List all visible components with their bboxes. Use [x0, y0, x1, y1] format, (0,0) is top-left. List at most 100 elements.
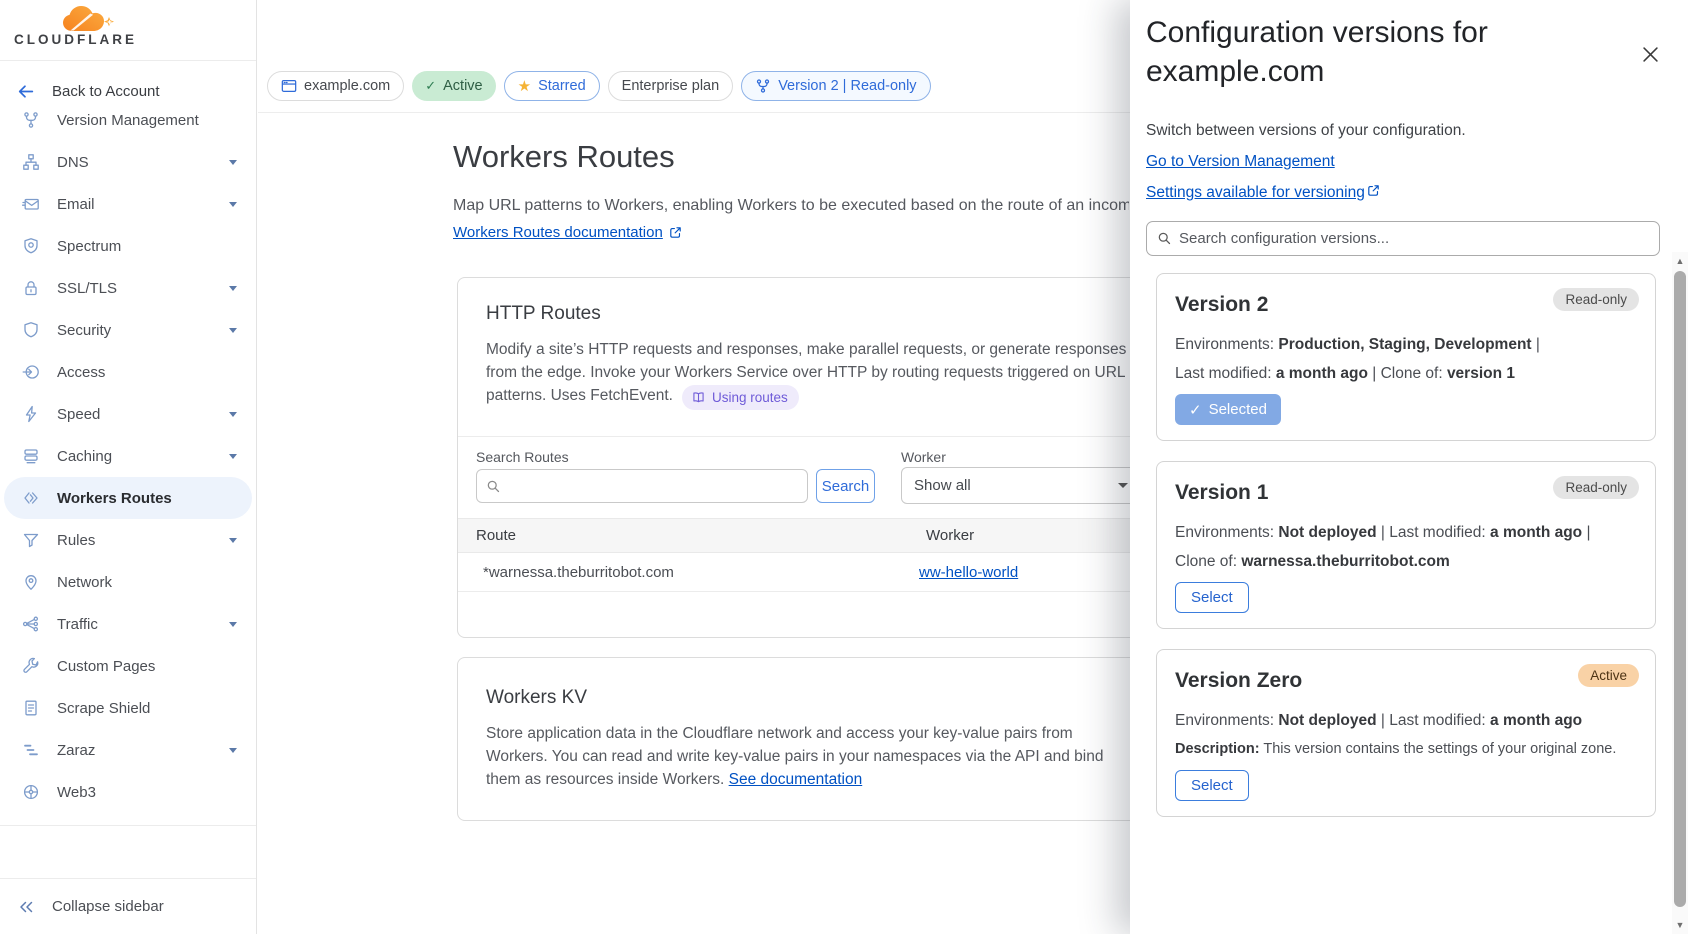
sidebar-item-scrape-shield[interactable]: Scrape Shield [0, 687, 256, 729]
status-badge: Read-only [1553, 476, 1639, 499]
sidebar-item-label: Traffic [57, 616, 229, 633]
sidebar-divider [0, 60, 256, 61]
check-icon: ✓ [425, 78, 436, 94]
worker-link[interactable]: ww-hello-world [919, 564, 1018, 581]
sidebar-item-security[interactable]: Security [0, 309, 256, 351]
traffic-icon [22, 615, 40, 633]
chevron-down-icon [229, 538, 237, 543]
chevron-down-icon [229, 202, 237, 207]
sidebar-item-speed[interactable]: Speed [0, 393, 256, 435]
sidebar-item-label: Custom Pages [57, 658, 242, 675]
worker-filter-select[interactable]: Show all [901, 467, 1141, 504]
sidebar-item-spectrum[interactable]: Spectrum [0, 225, 256, 267]
drawer-subtitle: Switch between versions of your configur… [1146, 122, 1466, 140]
version-meta-line: Last modified: a month ago | Clone of: v… [1175, 359, 1641, 388]
cloudflare-wordmark: CLOUDFLARE [14, 32, 137, 47]
sidebar-item-version-management[interactable]: Version Management [0, 99, 256, 141]
select-button[interactable]: Select [1175, 582, 1249, 613]
version-meta: Environments: Production, Staging, Devel… [1175, 330, 1641, 388]
zone-starred-badge[interactable]: ★ Starred [504, 71, 600, 101]
zone-domain: example.com [304, 78, 390, 94]
sidebar-item-label: Scrape Shield [57, 700, 242, 717]
external-link-icon [1367, 184, 1380, 197]
selected-button[interactable]: ✓Selected [1175, 394, 1281, 425]
sidebar-item-caching[interactable]: Caching [0, 435, 256, 477]
branch-icon [755, 78, 771, 94]
status-badge: Read-only [1553, 288, 1639, 311]
email-icon [22, 195, 40, 213]
cloudflare-logo: CLOUDFLARE [14, 5, 137, 47]
scroll-up-arrow-icon[interactable]: ▲ [1672, 254, 1688, 268]
workers-routes-doc-link-text[interactable]: Workers Routes documentation [453, 224, 663, 241]
web3-icon [22, 783, 40, 801]
sidebar-item-label: Speed [57, 406, 229, 423]
bolt-icon [22, 405, 40, 423]
sidebar-item-workers-routes[interactable]: Workers Routes [4, 477, 252, 519]
cloudflare-dashboard: { "brand": { "wordmark": "CLOUDFLARE" },… [0, 0, 1688, 934]
sidebar-item-network[interactable]: Network [0, 561, 256, 603]
scroll-down-arrow-icon[interactable]: ▼ [1672, 918, 1688, 932]
sidebar-item-dns[interactable]: DNS [0, 141, 256, 183]
book-icon [691, 390, 706, 405]
zaraz-icon [22, 741, 40, 759]
zone-starred-label: Starred [538, 78, 586, 94]
search-icon [486, 479, 501, 494]
chevron-down-icon [229, 412, 237, 417]
shield-icon [22, 321, 40, 339]
collapse-sidebar-button[interactable]: Collapse sidebar [0, 878, 256, 934]
sidebar-item-label: Email [57, 196, 229, 213]
sidebar-item-custom-pages[interactable]: Custom Pages [0, 645, 256, 687]
chevron-down-icon [229, 286, 237, 291]
sidebar-item-label: Zaraz [57, 742, 229, 759]
search-icon [1157, 231, 1172, 246]
sidebar-item-web3[interactable]: Web3 [0, 771, 256, 813]
sidebar-item-label: Rules [57, 532, 229, 549]
zone-badges: example.com ✓ Active ★ Starred Enterpris… [267, 71, 931, 101]
settings-available-versioning-label[interactable]: Settings available for versioning [1146, 184, 1365, 202]
zone-version-badge[interactable]: Version 2 | Read-only [741, 71, 930, 101]
page-subtitle: Map URL patterns to Workers, enabling Wo… [453, 197, 1129, 215]
sidebar-item-access[interactable]: Access [0, 351, 256, 393]
cloudflare-cloud-icon [60, 5, 137, 35]
wrench-icon [22, 657, 40, 675]
sidebar-divider [0, 825, 256, 826]
drawer-scrollbar[interactable]: ▲ ▼ [1672, 252, 1688, 934]
close-drawer-button[interactable] [1636, 40, 1664, 68]
version-name: Version Zero [1175, 669, 1302, 693]
worker-filter-label: Worker [901, 449, 946, 465]
sidebar-item-traffic[interactable]: Traffic [0, 603, 256, 645]
version-card-version-zero: Version ZeroActiveEnvironments: Not depl… [1156, 649, 1656, 817]
sidebar-item-ssl-tls[interactable]: SSL/TLS [0, 267, 256, 309]
select-button[interactable]: Select [1175, 770, 1249, 801]
external-link-icon [669, 226, 682, 239]
configuration-versions-search-input[interactable] [1179, 230, 1649, 247]
dns-icon [22, 153, 40, 171]
search-routes-input[interactable] [507, 478, 798, 495]
scrollbar-thumb[interactable] [1674, 271, 1686, 907]
sidebar-item-rules[interactable]: Rules [0, 519, 256, 561]
sidebar-item-label: Workers Routes [57, 490, 238, 507]
go-to-version-management-link[interactable]: Go to Version Management [1146, 153, 1335, 171]
double-chevron-left-icon [17, 898, 35, 916]
back-to-account-label: Back to Account [52, 83, 160, 100]
go-to-version-management-label[interactable]: Go to Version Management [1146, 153, 1335, 170]
chevron-down-icon [229, 622, 237, 627]
zone-plan-label: Enterprise plan [622, 78, 720, 94]
see-documentation-link[interactable]: See documentation [729, 771, 863, 788]
search-routes-button[interactable]: Search [816, 469, 875, 503]
workers-routes-doc-link[interactable]: Workers Routes documentation [453, 224, 682, 241]
settings-available-versioning-link[interactable]: Settings available for versioning [1146, 184, 1380, 202]
zone-domain-badge[interactable]: example.com [267, 71, 404, 101]
sidebar-item-email[interactable]: Email [0, 183, 256, 225]
sidebar-item-zaraz[interactable]: Zaraz [0, 729, 256, 771]
configuration-versions-drawer: Configuration versions for example.com S… [1130, 0, 1688, 934]
sidebar-item-label: Network [57, 574, 242, 591]
zone-active-badge: ✓ Active [412, 71, 495, 101]
sidebar-item-label: SSL/TLS [57, 280, 229, 297]
sidebar-item-label: Caching [57, 448, 229, 465]
cache-icon [22, 447, 40, 465]
version-name: Version 1 [1175, 481, 1268, 505]
sidebar-item-label: Version Management [57, 112, 242, 129]
check-icon: ✓ [1189, 401, 1202, 419]
drawer-title: Configuration versions for example.com [1146, 13, 1586, 91]
